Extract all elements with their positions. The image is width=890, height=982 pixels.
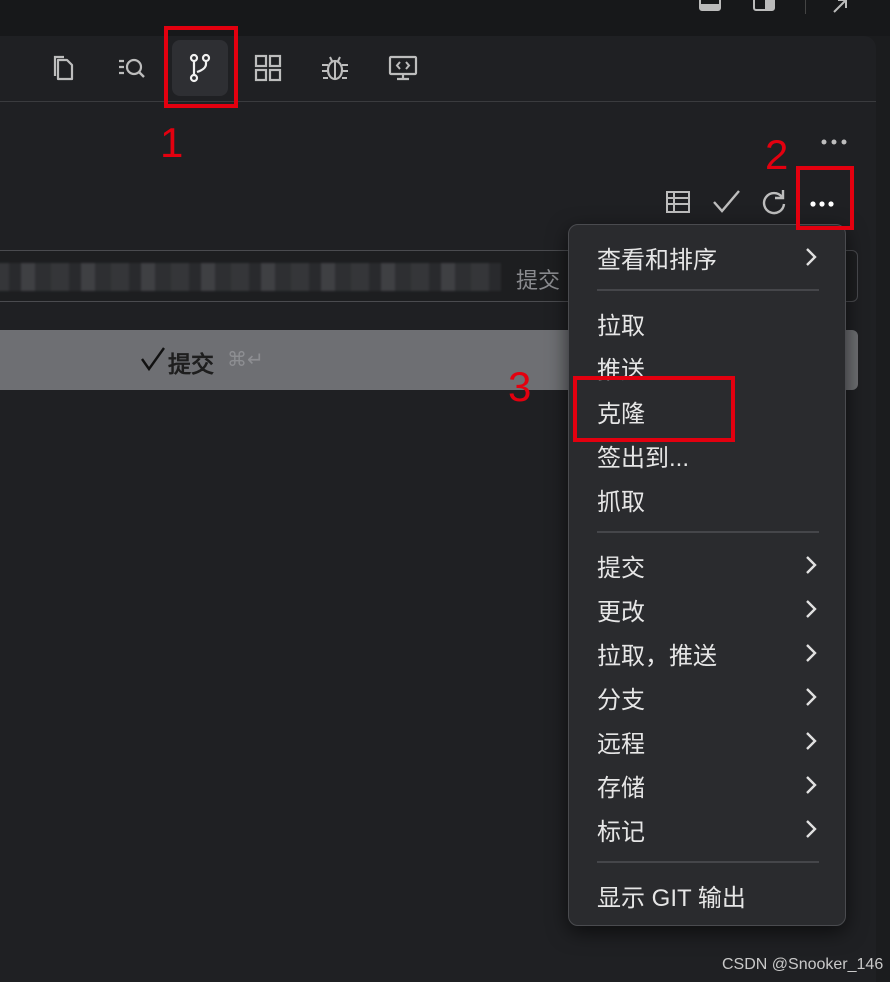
bug-icon (322, 56, 348, 81)
menu-item-label: 分支 (597, 686, 645, 714)
debug-button[interactable] (307, 40, 363, 96)
menu-item-label: 推送 (597, 356, 645, 384)
git-branch-icon (189, 53, 211, 83)
commit-input-placeholder: 提交 (516, 268, 561, 293)
commit-shortcut: ⌘↵ (227, 349, 264, 371)
chevron-right-icon (806, 688, 817, 706)
annotation-number-2: 2 (765, 131, 789, 178)
menu-item-label: 远程 (597, 730, 645, 758)
menu-divider (597, 531, 819, 533)
menu-item-label: 显示 GIT 输出 (597, 884, 746, 912)
panel-more-actions-icon[interactable] (818, 134, 850, 150)
extensions-button[interactable] (240, 40, 296, 96)
menu-item-checkout[interactable]: 签出到... (569, 435, 847, 475)
source-control-button[interactable] (172, 40, 228, 96)
extensions-grid-icon (254, 54, 282, 82)
view-as-tree-button[interactable] (662, 186, 694, 218)
commit-check-button[interactable] (710, 186, 742, 218)
menu-divider (597, 861, 819, 863)
menu-item-view-sort[interactable]: 查看和排序 (569, 237, 847, 277)
layout-panel-icon[interactable] (698, 0, 722, 14)
menu-item-label: 拉取 (597, 312, 645, 340)
maximize-arrow-icon[interactable] (828, 0, 852, 14)
menu-item-label: 克隆 (597, 400, 645, 428)
chevron-right-icon (806, 248, 817, 266)
layout-sidebar-icon[interactable] (752, 0, 776, 14)
scm-more-menu: 查看和排序 拉取 推送 克隆 签出到... 抓取 提交 更改 拉取，推送 分支 … (568, 224, 846, 926)
window-top-bar (0, 0, 890, 36)
refresh-button[interactable] (758, 186, 790, 218)
menu-item-label: 标记 (597, 818, 645, 846)
menu-item-label: 签出到... (597, 444, 690, 472)
check-icon (713, 190, 740, 213)
remote-explorer-button[interactable] (375, 40, 431, 96)
chevron-right-icon (806, 556, 817, 574)
menu-item-changes[interactable]: 更改 (569, 589, 847, 629)
ellipsis-icon (810, 201, 834, 207)
menu-item-pull[interactable]: 拉取 (569, 303, 847, 343)
menu-item-label: 提交 (597, 554, 645, 582)
menu-item-label: 查看和排序 (597, 246, 717, 274)
blurred-message (0, 263, 501, 291)
chevron-right-icon (806, 600, 817, 618)
menu-item-label: 抓取 (597, 488, 645, 516)
menu-item-push[interactable]: 推送 (569, 347, 847, 387)
menu-item-commit[interactable]: 提交 (569, 545, 847, 585)
activity-bar (0, 36, 876, 102)
search-button[interactable] (104, 40, 160, 96)
annotation-number-3: 3 (508, 363, 532, 410)
menu-item-pull-push[interactable]: 拉取，推送 (569, 633, 847, 673)
menu-item-tags[interactable]: 标记 (569, 809, 847, 849)
menu-item-label: 存储 (597, 774, 645, 802)
chevron-right-icon (806, 732, 817, 750)
toolbar-divider (805, 0, 806, 14)
menu-divider (597, 289, 819, 291)
menu-item-fetch[interactable]: 抓取 (569, 479, 847, 519)
chevron-right-icon (806, 644, 817, 662)
search-icon (119, 58, 145, 78)
menu-item-label: 更改 (597, 598, 645, 626)
annotation-number-1: 1 (160, 119, 184, 166)
menu-item-label: 拉取，推送 (597, 642, 717, 670)
chevron-right-icon (806, 820, 817, 838)
menu-item-clone[interactable]: 克隆 (569, 391, 847, 431)
explorer-button[interactable] (36, 40, 92, 96)
files-icon (53, 55, 74, 81)
menu-item-show-git-output[interactable]: 显示 GIT 输出 (569, 875, 847, 915)
menu-item-stash[interactable]: 存储 (569, 765, 847, 805)
commit-button-label: 提交 (168, 351, 214, 377)
watermark: CSDN @Snooker_146 (722, 956, 884, 973)
menu-item-branch[interactable]: 分支 (569, 677, 847, 717)
list-tree-icon (666, 191, 690, 213)
scm-more-actions-button[interactable] (806, 186, 838, 218)
remote-explorer-icon (388, 55, 418, 81)
check-icon (141, 347, 165, 372)
menu-item-remote[interactable]: 远程 (569, 721, 847, 761)
refresh-icon (762, 190, 786, 215)
chevron-right-icon (806, 776, 817, 794)
